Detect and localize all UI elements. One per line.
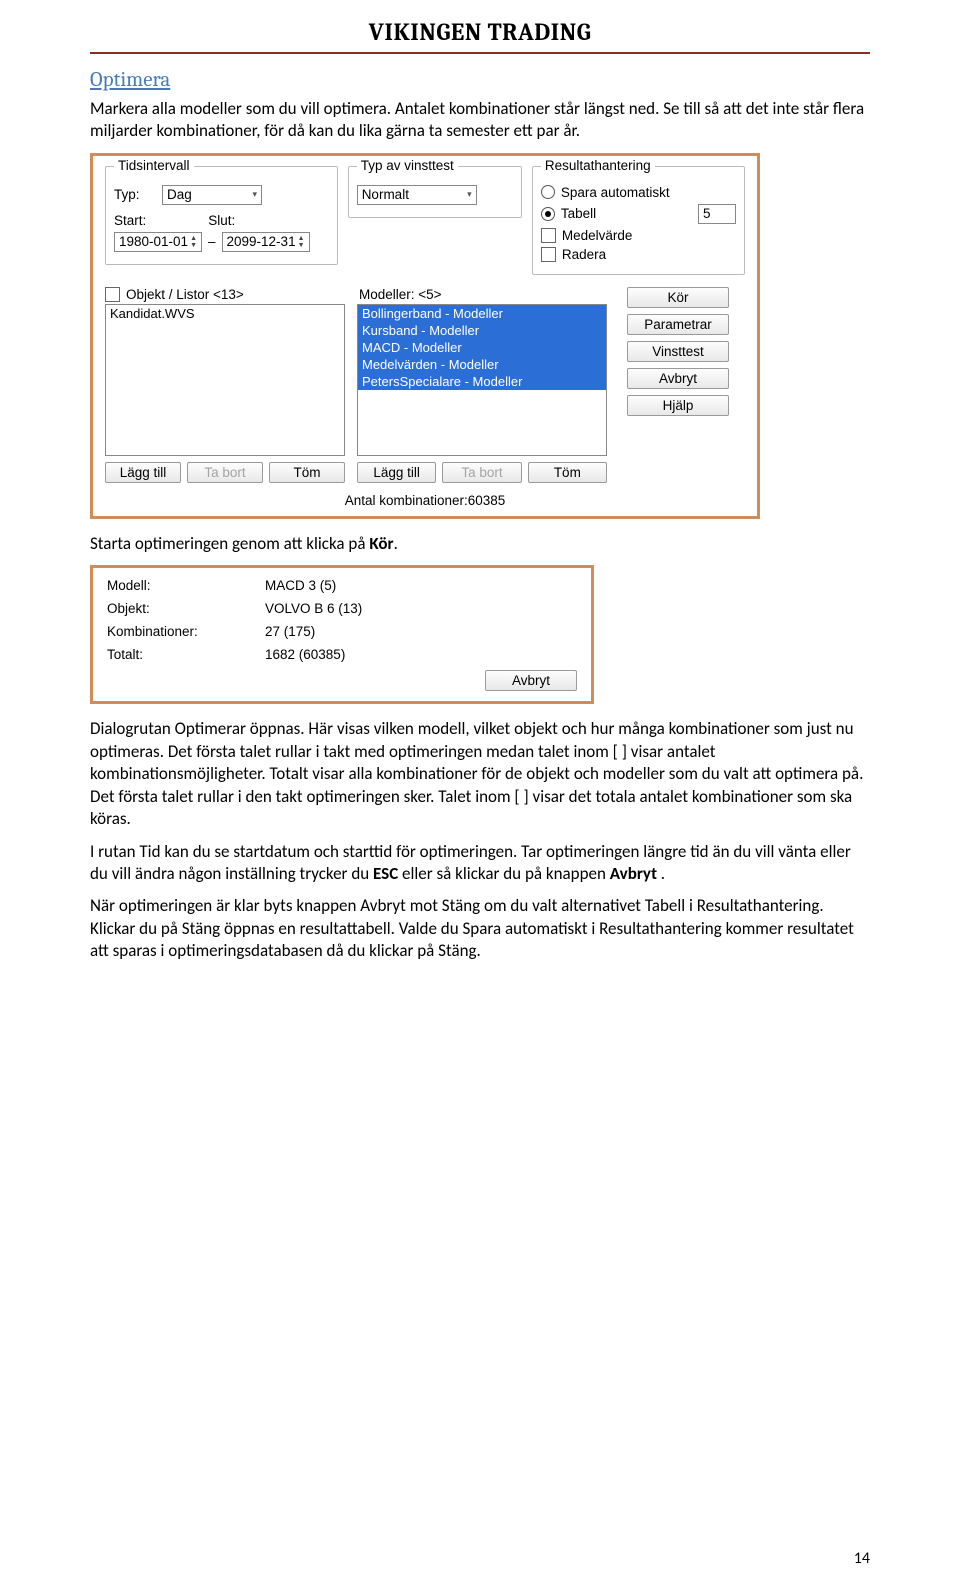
group-resultathantering-legend: Resultathantering [541,158,655,173]
typ-label: Typ: [114,187,156,202]
totalt-label: Totalt: [107,647,237,662]
kor-button[interactable]: Kör [627,287,729,308]
typ-combo[interactable]: Dag ▾ [162,185,262,205]
checkbox-radera[interactable]: Radera [541,247,606,262]
start-date-input[interactable]: 1980-01-01 ▲▼ [114,232,202,252]
kombinationer-value: 27 (175) [237,624,577,639]
page-number: 14 [854,1549,870,1568]
slut-date-input[interactable]: 2099-12-31 ▲▼ [222,232,310,252]
slut-label: Slut: [208,213,235,228]
spin-icon: ▲▼ [190,235,197,249]
modeller-column: Modeller: <5> Bollingerband - Modeller K… [357,287,607,483]
vinsttest-combo-value: Normalt [362,187,409,202]
paragraph-finish: När optimeringen är klar byts knappen Av… [90,895,870,962]
vinsttest-button[interactable]: Vinsttest [627,341,729,362]
paragraph-start: Starta optimeringen genom att klicka på … [90,533,870,555]
progress-avbryt-button[interactable]: Avbryt [485,670,577,691]
antal-kombinationer-label: Antal kombinationer:60385 [105,493,745,508]
radio-spara-label: Spara automatiskt [561,185,670,200]
checkbox-medelvarde[interactable]: Medelvärde [541,228,633,243]
checkbox-medelvarde-label: Medelvärde [562,228,633,243]
spin-icon: ▲▼ [298,235,305,249]
list-item[interactable]: Medelvärden - Modeller [358,356,606,373]
modeller-tom-button[interactable]: Töm [528,462,607,483]
avbryt-button[interactable]: Avbryt [627,368,729,389]
objekt-listbox[interactable]: Kandidat.WVS [105,304,345,456]
page-title: VIKINGEN TRADING [90,18,870,46]
objekt-lagg-till-button[interactable]: Lägg till [105,462,181,483]
modeller-lagg-till-button[interactable]: Lägg till [357,462,436,483]
action-buttons: Kör Parametrar Vinsttest Avbryt Hjälp [619,287,729,416]
start-label: Start: [114,213,146,228]
dialog-optimerar-progress: Modell: MACD 3 (5) Objekt: VOLVO B 6 (13… [90,565,594,704]
kombinationer-label: Kombinationer: [107,624,237,639]
vinsttest-combo[interactable]: Normalt ▾ [357,185,477,205]
checkbox-radera-label: Radera [562,247,606,262]
group-resultathantering: Resultathantering Spara automatiskt Tabe… [532,166,745,275]
chevron-down-icon: ▾ [252,189,257,200]
section-heading: Optimera [90,68,870,92]
parametrar-button[interactable]: Parametrar [627,314,729,335]
modeller-label: Modeller: <5> [359,287,442,302]
chevron-down-icon: ▾ [467,189,472,200]
hjalp-button[interactable]: Hjälp [627,395,729,416]
radio-tabell-label: Tabell [561,206,596,221]
tabell-count-input[interactable]: 5 [698,204,736,224]
list-item[interactable]: Kandidat.WVS [106,305,344,322]
list-item[interactable]: Kursband - Modeller [358,322,606,339]
paragraph-intro: Markera alla modeller som du vill optime… [90,98,870,143]
group-tidsintervall: Tidsintervall Typ: Dag ▾ Start: Slut: 19… [105,166,338,265]
objekt-ta-bort-button[interactable]: Ta bort [187,462,263,483]
typ-combo-value: Dag [167,187,192,202]
list-item[interactable]: MACD - Modeller [358,339,606,356]
objekt-tom-button[interactable]: Töm [269,462,345,483]
objekt-value: VOLVO B 6 (13) [237,601,577,616]
objekt-label: Objekt: [107,601,237,616]
radio-tabell[interactable]: Tabell [541,206,596,221]
totalt-value: 1682 (60385) [237,647,577,662]
objekt-column: Objekt / Listor <13> Kandidat.WVS Lägg t… [105,287,345,483]
group-tidsintervall-legend: Tidsintervall [114,158,194,173]
tabell-count-value: 5 [703,206,711,221]
radio-spara-automatiskt[interactable]: Spara automatiskt [541,185,670,200]
objekt-listor-label: Objekt / Listor <13> [126,287,244,302]
date-dash: – [208,234,216,249]
list-item[interactable]: Bollingerband - Modeller [358,305,606,322]
dialog-optimera: Tidsintervall Typ: Dag ▾ Start: Slut: 19… [90,153,760,519]
title-rule [90,52,870,54]
paragraph-dialog-desc: Dialogrutan Optimerar öppnas. Här visas … [90,718,870,830]
slut-date-value: 2099-12-31 [227,234,296,249]
modeller-listbox[interactable]: Bollingerband - Modeller Kursband - Mode… [357,304,607,456]
modell-label: Modell: [107,578,237,593]
start-date-value: 1980-01-01 [119,234,188,249]
paragraph-tid: I rutan Tid kan du se startdatum och sta… [90,841,870,886]
checkbox-objekt-listor[interactable]: Objekt / Listor <13> [105,287,244,302]
list-item[interactable]: PetersSpecialare - Modeller [358,373,606,390]
modell-value: MACD 3 (5) [237,578,577,593]
group-vinsttest: Typ av vinsttest Normalt ▾ [348,166,522,218]
group-vinsttest-legend: Typ av vinsttest [357,158,458,173]
modeller-ta-bort-button[interactable]: Ta bort [442,462,521,483]
